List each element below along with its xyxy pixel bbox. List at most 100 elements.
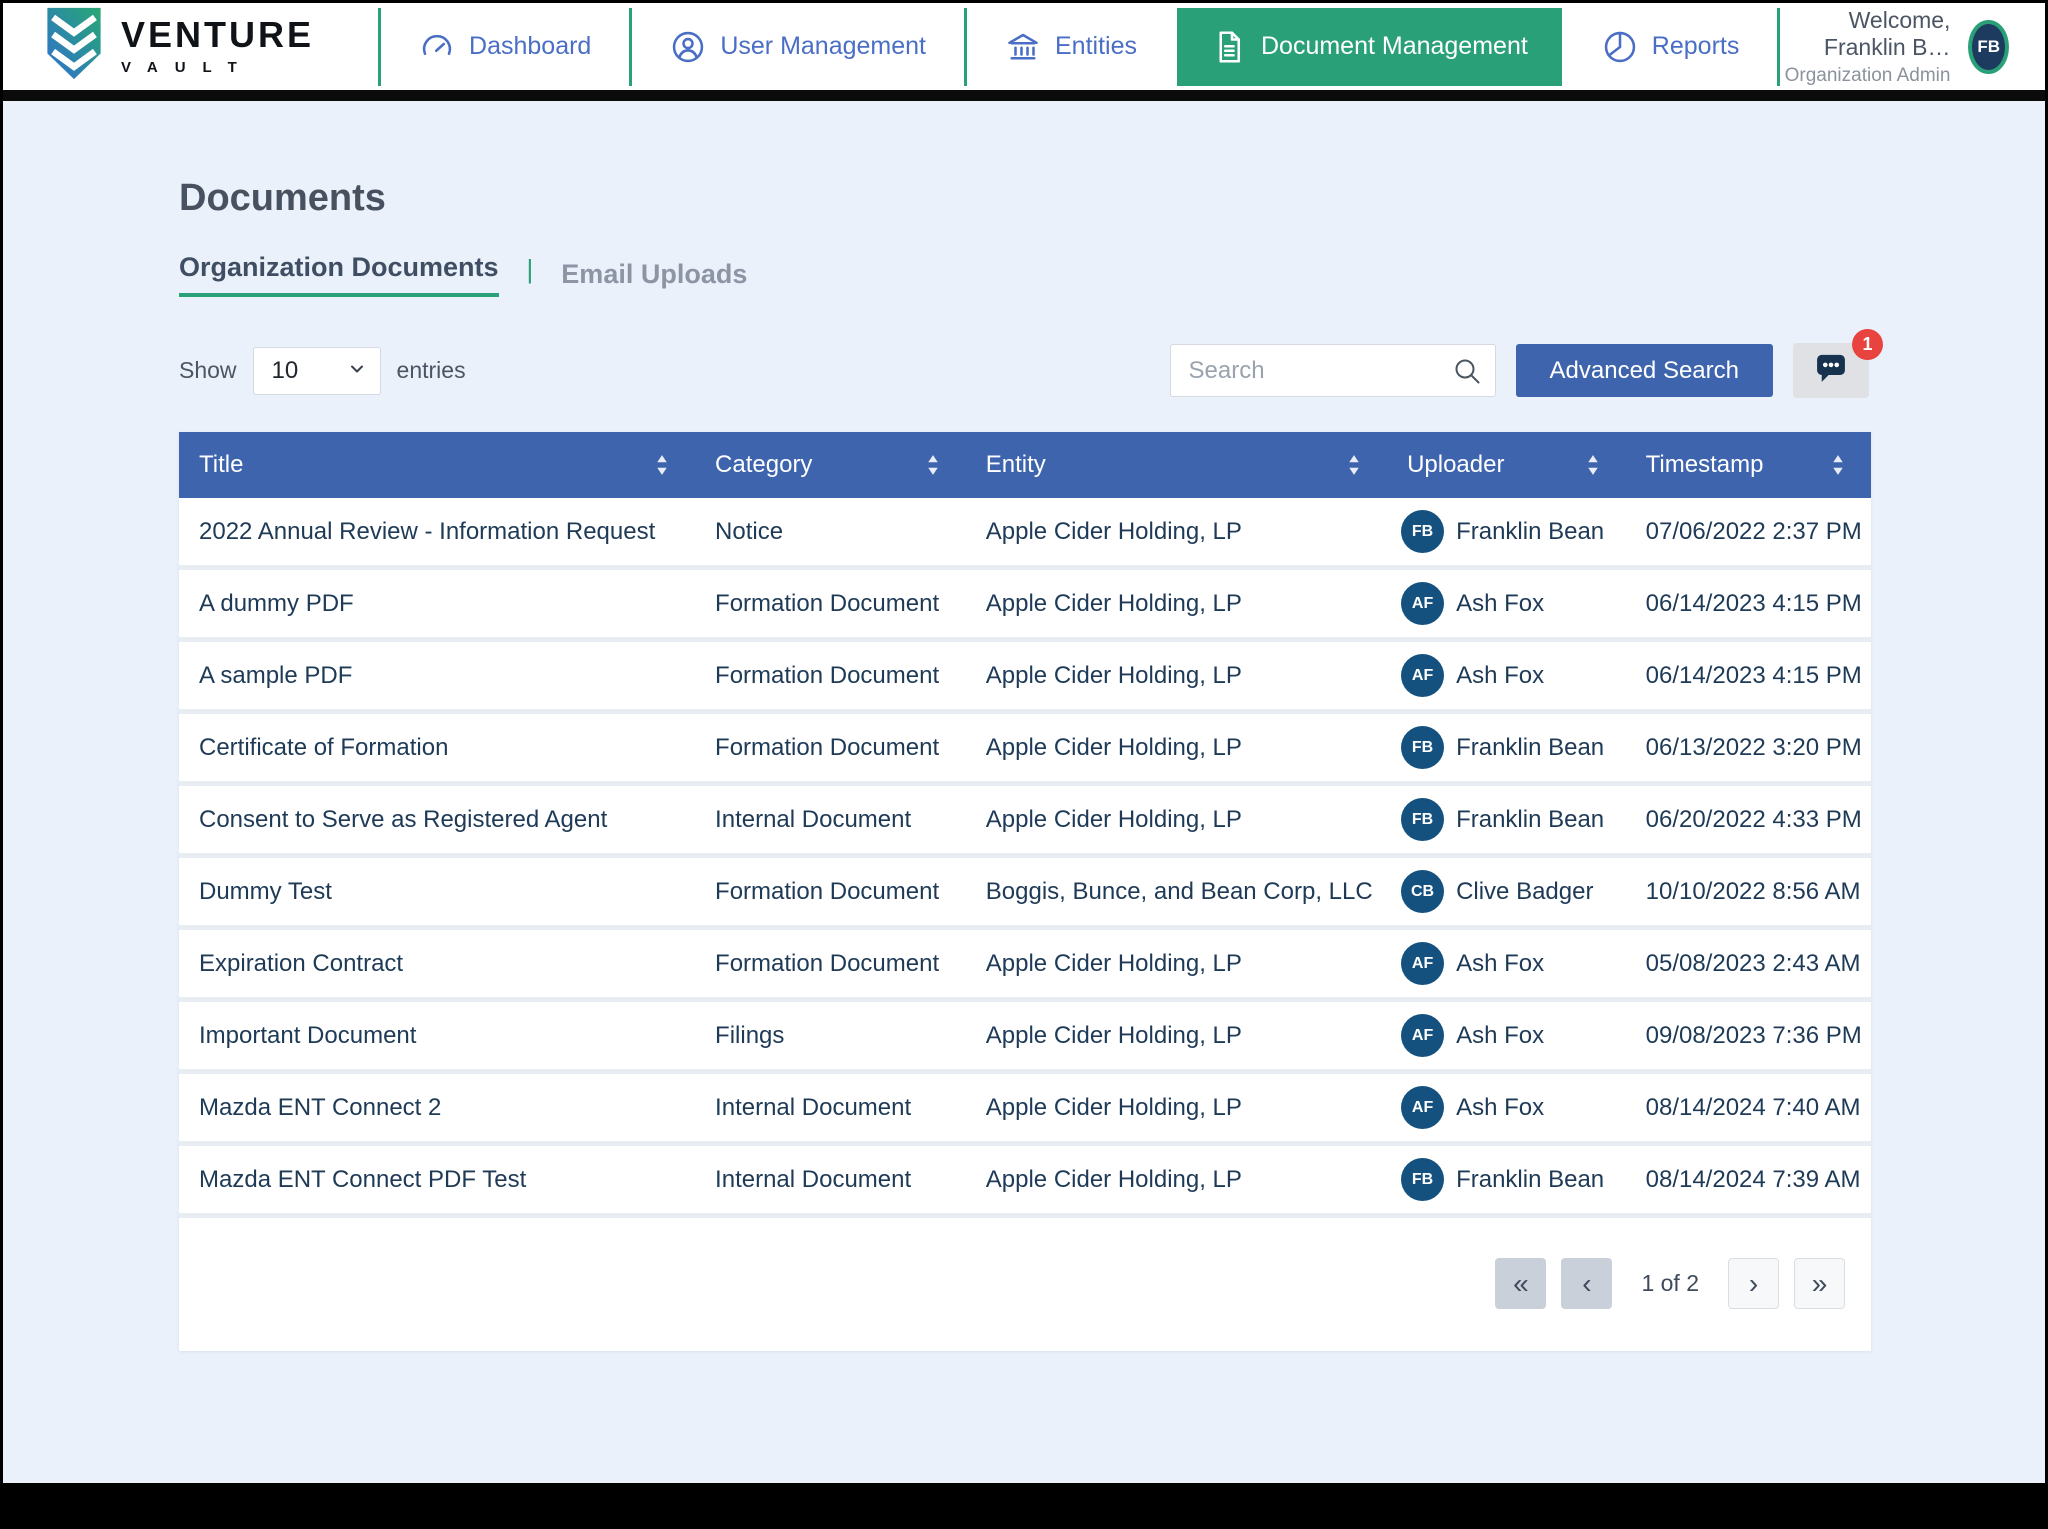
cell-uploader: AF Ash Fox bbox=[1387, 930, 1626, 997]
cell-category: Filings bbox=[695, 1002, 966, 1069]
uploader-avatar: AF bbox=[1401, 654, 1444, 697]
tab-bar: Organization Documents | Email Uploads bbox=[179, 252, 1869, 297]
page-indicator: 1 of 2 bbox=[1641, 1270, 1699, 1297]
last-page-button[interactable]: » bbox=[1794, 1258, 1845, 1309]
main-nav: Dashboard User Management Entities Docum… bbox=[374, 3, 1784, 90]
cell-entity: Apple Cider Holding, LP bbox=[966, 930, 1387, 997]
table-header-row: Title Category Entity Uploader Timestamp bbox=[179, 432, 1871, 498]
bank-icon bbox=[1005, 29, 1041, 65]
cell-timestamp: 08/14/2024 7:40 AM bbox=[1626, 1074, 1871, 1141]
welcome-text: Welcome, Franklin B… Organization Admin bbox=[1784, 7, 1950, 87]
previous-page-button[interactable]: ‹ bbox=[1561, 1258, 1612, 1309]
tab-email-uploads[interactable]: Email Uploads bbox=[561, 259, 747, 290]
page-title: Documents bbox=[179, 177, 1869, 220]
cell-category: Formation Document bbox=[695, 642, 966, 709]
table-row[interactable]: A sample PDF Formation Document Apple Ci… bbox=[179, 642, 1871, 714]
cell-entity: Apple Cider Holding, LP bbox=[966, 1002, 1387, 1069]
uploader-avatar: FB bbox=[1401, 510, 1444, 553]
shield-chevron-logo-icon bbox=[43, 6, 105, 87]
column-header-uploader[interactable]: Uploader bbox=[1387, 432, 1626, 498]
sort-icon bbox=[1831, 454, 1845, 476]
nav-item-user-management[interactable]: User Management bbox=[636, 3, 960, 90]
cell-timestamp: 05/08/2023 2:43 AM bbox=[1626, 930, 1871, 997]
table-controls: Show 10 entries bbox=[179, 343, 1869, 398]
cell-title: 2022 Annual Review - Information Request bbox=[179, 498, 695, 565]
notification-badge: 1 bbox=[1852, 329, 1883, 360]
cell-entity: Boggis, Bunce, and Bean Corp, LLC bbox=[966, 858, 1387, 925]
table-row[interactable]: Dummy Test Formation Document Boggis, Bu… bbox=[179, 858, 1871, 930]
search-input[interactable] bbox=[1170, 344, 1496, 397]
cell-category: Formation Document bbox=[695, 858, 966, 925]
table-row[interactable]: Consent to Serve as Registered Agent Int… bbox=[179, 786, 1871, 858]
cell-uploader: AF Ash Fox bbox=[1387, 570, 1626, 637]
cell-entity: Apple Cider Holding, LP bbox=[966, 1146, 1387, 1213]
column-header-category[interactable]: Category bbox=[695, 432, 966, 498]
page-size-select[interactable]: 10 bbox=[253, 347, 381, 395]
cell-timestamp: 07/06/2022 2:37 PM bbox=[1626, 498, 1871, 565]
nav-divider bbox=[1777, 8, 1780, 86]
pagination: « ‹ 1 of 2 › » bbox=[179, 1258, 1845, 1309]
column-header-entity[interactable]: Entity bbox=[966, 432, 1387, 498]
uploader-avatar: AF bbox=[1401, 942, 1444, 985]
nav-item-document-management[interactable]: Document Management bbox=[1177, 8, 1562, 86]
cell-entity: Apple Cider Holding, LP bbox=[966, 714, 1387, 781]
tab-organization-documents[interactable]: Organization Documents bbox=[179, 252, 499, 297]
table-row[interactable]: Mazda ENT Connect PDF Test Internal Docu… bbox=[179, 1146, 1871, 1218]
main-content: Documents Organization Documents | Email… bbox=[3, 177, 2045, 1351]
cell-uploader: FB Franklin Bean bbox=[1387, 498, 1626, 565]
sort-icon bbox=[926, 454, 940, 476]
cell-uploader: FB Franklin Bean bbox=[1387, 786, 1626, 853]
gauge-icon bbox=[419, 29, 455, 65]
column-header-timestamp[interactable]: Timestamp bbox=[1626, 432, 1871, 498]
table-row[interactable]: Expiration Contract Formation Document A… bbox=[179, 930, 1871, 1002]
advanced-search-button[interactable]: Advanced Search bbox=[1516, 344, 1773, 397]
table-row[interactable]: Mazda ENT Connect 2 Internal Document Ap… bbox=[179, 1074, 1871, 1146]
cell-timestamp: 09/08/2023 7:36 PM bbox=[1626, 1002, 1871, 1069]
cell-uploader: FB Franklin Bean bbox=[1387, 1146, 1626, 1213]
column-header-title[interactable]: Title bbox=[179, 432, 695, 498]
cell-title: Dummy Test bbox=[179, 858, 695, 925]
uploader-avatar: FB bbox=[1401, 1158, 1444, 1201]
cell-category: Notice bbox=[695, 498, 966, 565]
nav-divider bbox=[378, 8, 381, 86]
table-row[interactable]: A dummy PDF Formation Document Apple Cid… bbox=[179, 570, 1871, 642]
nav-divider bbox=[964, 8, 967, 86]
uploader-avatar: FB bbox=[1401, 726, 1444, 769]
cell-uploader: CB Clive Badger bbox=[1387, 858, 1626, 925]
user-role-label: Organization Admin bbox=[1784, 65, 1950, 87]
table-row[interactable]: 2022 Annual Review - Information Request… bbox=[179, 498, 1871, 570]
nav-item-entities[interactable]: Entities bbox=[971, 3, 1171, 90]
uploader-avatar: AF bbox=[1401, 1014, 1444, 1057]
cell-uploader: AF Ash Fox bbox=[1387, 1002, 1626, 1069]
nav-item-reports[interactable]: Reports bbox=[1568, 3, 1774, 90]
cell-uploader: AF Ash Fox bbox=[1387, 642, 1626, 709]
table-row[interactable]: Important Document Filings Apple Cider H… bbox=[179, 1002, 1871, 1074]
page-size-value: 10 bbox=[272, 357, 299, 385]
cell-title: Consent to Serve as Registered Agent bbox=[179, 786, 695, 853]
first-page-button[interactable]: « bbox=[1495, 1258, 1546, 1309]
cell-entity: Apple Cider Holding, LP bbox=[966, 786, 1387, 853]
nav-item-dashboard[interactable]: Dashboard bbox=[385, 3, 625, 90]
uploader-avatar: FB bbox=[1401, 798, 1444, 841]
venture-vault-logo[interactable]: VENTURE VAULT bbox=[43, 6, 314, 87]
chat-button[interactable]: 1 bbox=[1793, 343, 1869, 398]
table-body: 2022 Annual Review - Information Request… bbox=[179, 498, 1871, 1218]
cell-category: Internal Document bbox=[695, 786, 966, 853]
next-page-button[interactable]: › bbox=[1728, 1258, 1779, 1309]
cell-uploader: AF Ash Fox bbox=[1387, 1074, 1626, 1141]
user-area: Welcome, Franklin B… Organization Admin … bbox=[1784, 7, 2009, 87]
cell-entity: Apple Cider Holding, LP bbox=[966, 570, 1387, 637]
cell-title: Expiration Contract bbox=[179, 930, 695, 997]
search-icon[interactable] bbox=[1452, 356, 1482, 386]
cell-title: A dummy PDF bbox=[179, 570, 695, 637]
cell-category: Internal Document bbox=[695, 1146, 966, 1213]
user-icon bbox=[670, 29, 706, 65]
table-row[interactable]: Certificate of Formation Formation Docum… bbox=[179, 714, 1871, 786]
cell-timestamp: 06/13/2022 3:20 PM bbox=[1626, 714, 1871, 781]
cell-timestamp: 08/14/2024 7:39 AM bbox=[1626, 1146, 1871, 1213]
cell-category: Formation Document bbox=[695, 570, 966, 637]
sort-icon bbox=[1586, 454, 1600, 476]
sort-icon bbox=[655, 454, 669, 476]
avatar[interactable]: FB bbox=[1968, 20, 2009, 74]
cell-title: Mazda ENT Connect PDF Test bbox=[179, 1146, 695, 1213]
